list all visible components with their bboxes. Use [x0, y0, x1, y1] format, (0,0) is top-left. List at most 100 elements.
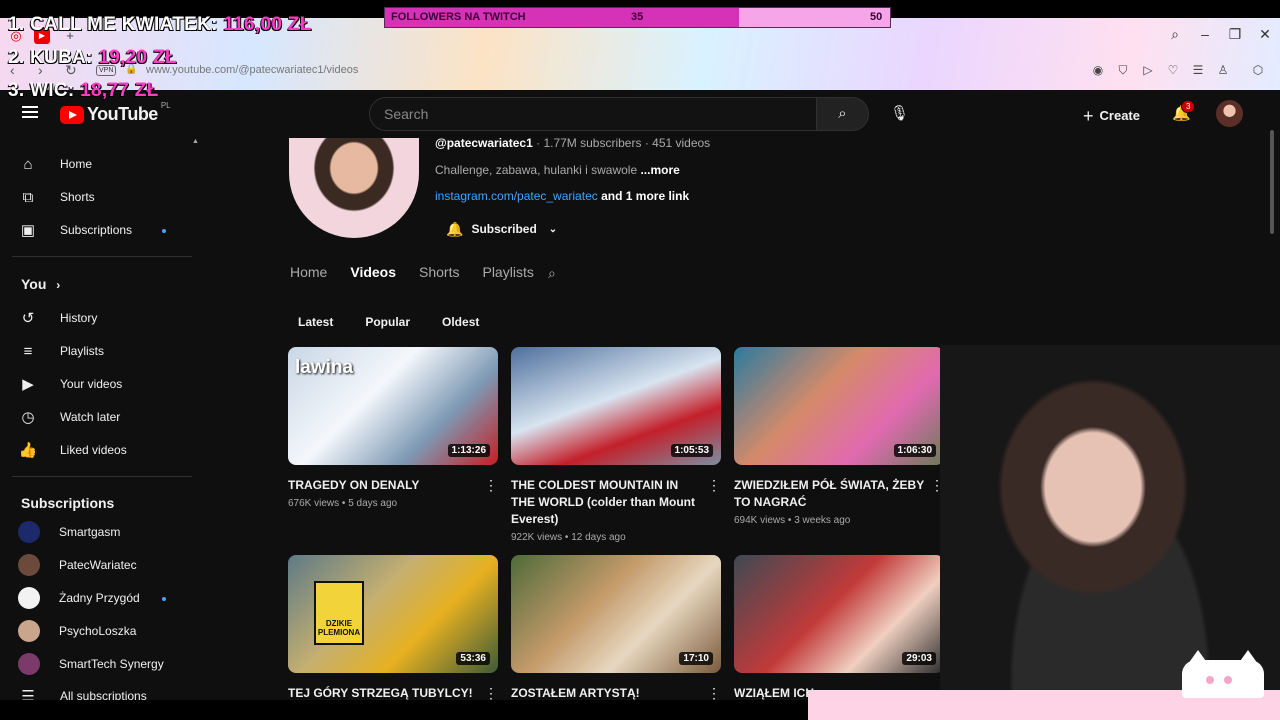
video-card[interactable]: 1:05:53 THE COLDEST MOUNTAIN IN THE WORL… — [511, 347, 721, 543]
tab-playlists[interactable]: Playlists — [482, 264, 533, 280]
video-card[interactable]: 1:06:30 ZWIEDZIŁEM PÓŁ ŚWIATA, ŻEBY TO N… — [734, 347, 944, 526]
sidebar-all-subscriptions[interactable]: ☰ All subscriptions — [18, 684, 146, 700]
subscribed-label: Subscribed — [471, 222, 537, 236]
more-links-link[interactable]: and 1 more link — [601, 189, 689, 203]
instagram-link[interactable]: instagram.com/patec_wariatec — [435, 189, 598, 203]
chip-popular[interactable]: Popular — [355, 308, 421, 336]
channel-avatar — [18, 554, 40, 576]
account-avatar[interactable] — [1216, 100, 1243, 127]
cat-mascot-icon — [1182, 650, 1264, 698]
play-extension-icon[interactable]: ▷ — [1140, 63, 1156, 77]
bell-icon: 🔔 — [446, 220, 464, 237]
leaderboard-amount: 18,77 ZŁ — [80, 80, 159, 101]
leaderboard-entry-1: 1. CALL ME KWIATEK: 116,00 ZŁ — [8, 14, 312, 36]
video-title[interactable]: THE COLDEST MOUNTAIN IN THE WORLD (colde… — [511, 477, 701, 528]
sidebar-item-subscriptions[interactable]: ▣ Subscriptions — [18, 218, 132, 242]
search-tabs-icon[interactable]: ⌕ — [1165, 26, 1185, 43]
channel-avatar — [18, 653, 40, 675]
sidebar-item-label: SmartTech Synergy — [59, 657, 164, 671]
search-input[interactable] — [370, 98, 816, 130]
more-options-icon[interactable]: ⋮ — [707, 685, 721, 700]
close-icon[interactable]: ✕ — [1255, 26, 1275, 43]
search-button[interactable]: ⌕ — [816, 97, 869, 131]
more-options-icon[interactable]: ⋮ — [484, 477, 498, 494]
video-duration: 1:05:53 — [670, 444, 713, 457]
video-title[interactable]: ZWIEDZIŁEM PÓŁ ŚWIATA, ŻEBY TO NAGRAĆ — [734, 477, 924, 511]
more-options-icon[interactable]: ⋮ — [484, 685, 498, 700]
chevron-right-icon: › — [56, 278, 61, 292]
sidebar: ⌂ Home ⧉ Shorts ▣ Subscriptions You › ↺ Hist… — [0, 138, 206, 700]
cube-extension-icon[interactable]: ⬡ — [1250, 63, 1266, 77]
sidebar-item-label: PsychoLoszka — [59, 624, 137, 638]
video-title[interactable]: TRAGEDY ON DENALY — [288, 477, 478, 494]
video-thumbnail[interactable]: lawina 1:13:26 — [288, 347, 498, 465]
followers-label: FOLLOWERS NA TWITCH — [391, 11, 526, 23]
sidebar-item-watch-later[interactable]: ◷ Watch later — [18, 405, 120, 429]
followers-goal-bar: FOLLOWERS NA TWITCH 35 50 — [384, 7, 891, 28]
minimize-icon[interactable]: – — [1195, 26, 1215, 42]
masthead: YouTube PL ⌕ 🎙 +Create 🔔 3 — [0, 90, 1280, 138]
youtube-logo[interactable]: YouTube PL — [60, 101, 171, 125]
shield-icon[interactable]: ⛉ — [1115, 63, 1131, 78]
camera-icon[interactable]: ◉ — [1090, 63, 1106, 77]
video-card[interactable]: lawina 1:13:26 TRAGEDY ON DENALY 676K vi… — [288, 347, 498, 509]
liked-videos-icon: 👍 — [18, 442, 38, 459]
channel-tabs: Home Videos Shorts Playlists — [290, 264, 557, 280]
tab-home[interactable]: Home — [290, 264, 327, 280]
sidebar-item-home[interactable]: ⌂ Home — [18, 152, 92, 176]
logo-text: YouTube — [87, 104, 158, 124]
url-field[interactable]: www.youtube.com/@patecwariatec1/videos — [146, 64, 358, 76]
heart-icon[interactable]: ♡ — [1165, 63, 1181, 77]
channel-stats: · 1.77M subscribers · 451 videos — [536, 136, 711, 150]
menu-lines-icon[interactable]: ☰ — [1190, 63, 1206, 77]
tab-videos[interactable]: Videos — [350, 264, 396, 280]
chip-oldest[interactable]: Oldest — [432, 308, 490, 336]
sidebar-sub-smarttech-synergy[interactable]: SmartTech Synergy — [18, 652, 164, 676]
leaderboard-name: 3. WIC: — [8, 80, 75, 101]
video-thumbnail[interactable]: 29:03 — [734, 555, 944, 673]
sidebar-item-shorts[interactable]: ⧉ Shorts — [18, 185, 95, 209]
video-thumbnail[interactable]: 17:10 — [511, 555, 721, 673]
sidebar-item-label: Your videos — [60, 377, 123, 391]
sidebar-item-label: Smartgasm — [59, 525, 121, 539]
chip-latest[interactable]: Latest — [288, 308, 344, 336]
sidebar-sub-patecwariatec[interactable]: PatecWariatec — [18, 553, 137, 577]
sidebar-item-playlists[interactable]: ≡ Playlists — [18, 339, 104, 363]
sidebar-sub-smartgasm[interactable]: Smartgasm — [18, 520, 120, 544]
sidebar-item-liked-videos[interactable]: 👍 Liked videos — [18, 438, 127, 462]
restore-icon[interactable]: ❐ — [1225, 26, 1245, 43]
video-title[interactable]: TEJ GÓRY STRZEGĄ TUBYLCY! — [288, 685, 478, 700]
video-card[interactable]: 17:10 ZOSTAŁEM ARTYSTĄ! ⋮ — [511, 555, 721, 700]
sidebar-item-history[interactable]: ↺ History — [18, 306, 98, 330]
profile-icon[interactable]: ♙ — [1215, 63, 1231, 77]
sidebar-you-header[interactable]: You › — [21, 276, 60, 292]
microphone-icon[interactable]: 🎙 — [890, 104, 909, 122]
you-label: You — [21, 276, 47, 292]
video-duration: 17:10 — [679, 652, 713, 665]
more-options-icon[interactable]: ⋮ — [707, 477, 721, 494]
tab-shorts[interactable]: Shorts — [419, 264, 459, 280]
hamburger-menu-icon[interactable] — [22, 106, 38, 118]
sidebar-item-label: History — [60, 311, 98, 325]
subscribed-button[interactable]: 🔔 Subscribed ⌄ — [436, 214, 557, 244]
sidebar-scroll-up-icon[interactable]: ▲ — [192, 138, 199, 145]
video-thumbnail[interactable]: DZIKIE PLEMIONA 53:36 — [288, 555, 498, 673]
video-title[interactable]: ZOSTAŁEM ARTYSTĄ! — [511, 685, 701, 700]
video-thumbnail[interactable]: 1:06:30 — [734, 347, 944, 465]
sidebar-sub-psycholoszka[interactable]: PsychoLoszka — [18, 619, 136, 643]
sidebar-item-your-videos[interactable]: ▶ Your videos — [18, 372, 122, 396]
plus-icon: + — [1083, 106, 1094, 126]
channel-description-line[interactable]: Challenge, zabawa, hulanki i swawole ...… — [435, 163, 680, 177]
video-meta: 694K views • 3 weeks ago — [734, 515, 851, 526]
video-thumbnail[interactable]: 1:05:53 — [511, 347, 721, 465]
channel-search-icon[interactable]: ⌕ — [548, 265, 556, 282]
sidebar-item-label: Żadny Przygód — [59, 591, 140, 605]
create-button[interactable]: + Create — [1083, 104, 1140, 126]
video-card[interactable]: DZIKIE PLEMIONA 53:36 TEJ GÓRY STRZEGĄ T… — [288, 555, 498, 700]
page-scrollbar[interactable] — [1270, 130, 1274, 234]
more-link[interactable]: ...more — [640, 163, 679, 177]
sidebar-sub-zadny-przygod[interactable]: Żadny Przygód — [18, 586, 140, 610]
list-icon: ☰ — [21, 688, 35, 700]
channel-avatar-large[interactable] — [289, 138, 419, 238]
video-card[interactable]: 29:03 WZIĄŁEM ICH — [734, 555, 944, 700]
